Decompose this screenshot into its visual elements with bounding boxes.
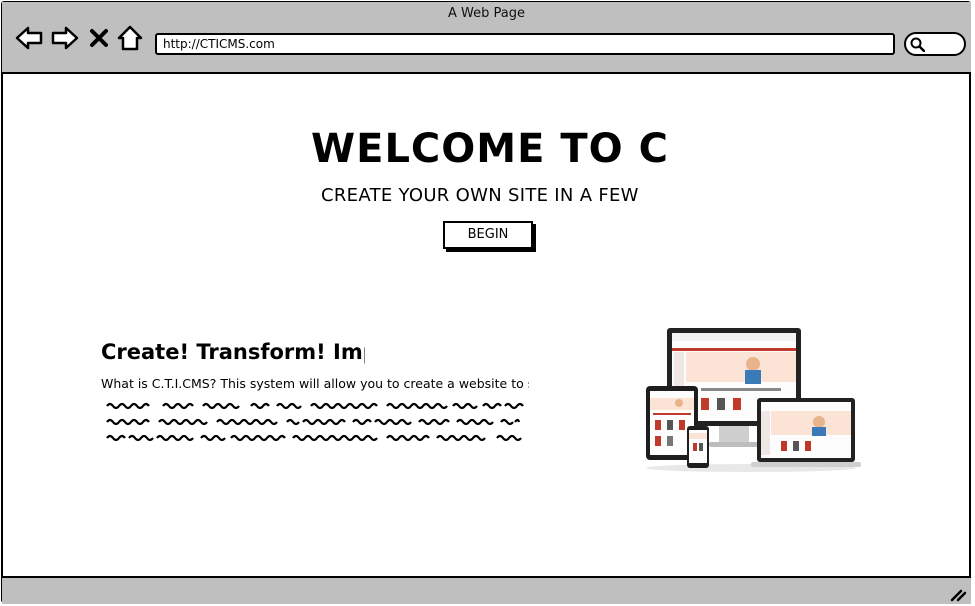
search-input[interactable] [904,32,966,56]
home-icon[interactable] [116,24,144,52]
search-icon [910,37,925,52]
url-input[interactable]: http://CTICMS.com [155,33,895,55]
begin-button[interactable]: BEGIN [443,221,533,249]
placeholder-text-line [106,434,522,442]
back-arrow-icon[interactable] [14,24,44,52]
status-bar [2,576,971,604]
placeholder-text-line [106,402,524,410]
hero-title: WELCOME TO C.T.I [311,126,671,172]
responsive-devices-image [646,328,861,472]
hero-subtitle: CREATE YOUR OWN SITE IN A FEW [321,185,639,206]
resize-handle-icon[interactable] [949,586,967,602]
browser-toolbar: A Web Page http://CTICMS.com [2,2,971,74]
close-icon[interactable] [88,24,110,52]
feature-description: What is C.T.I.CMS? This system will allo… [101,376,529,391]
placeholder-text-line [106,418,521,426]
window-title: A Web Page [448,6,525,21]
feature-title: Create! Transform! Imp [101,340,365,364]
forward-arrow-icon[interactable] [50,24,80,52]
page-content: WELCOME TO C.T.I CREATE YOUR OWN SITE IN… [3,74,971,576]
